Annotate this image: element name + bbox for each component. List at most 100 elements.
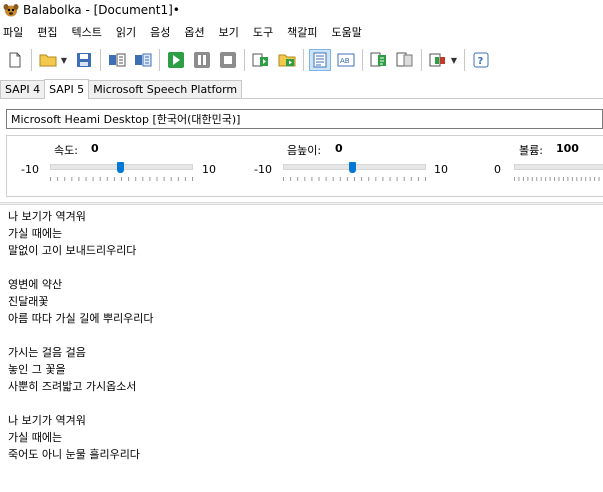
dictionary-button[interactable]: AB	[335, 49, 357, 71]
menu-bookmarks[interactable]: 책갈피	[283, 24, 321, 40]
pitch-max: 10	[434, 163, 448, 176]
export-clipboard-icon	[396, 52, 413, 67]
help-button[interactable]: ?	[470, 49, 492, 71]
menu-tools[interactable]: 도구	[249, 24, 277, 40]
voice-panel: Microsoft Heami Desktop [한국어(대한민국)] 속도: …	[0, 99, 603, 202]
rate-value: 0	[91, 142, 99, 155]
voice-select[interactable]: Microsoft Heami Desktop [한국어(대한민국)]	[6, 109, 603, 129]
save-icon	[77, 53, 91, 67]
text-line: 죽어도 아니 눈물 흘리우리다	[8, 448, 140, 461]
speak-clipboard-button[interactable]	[250, 49, 272, 71]
volume-slider-ticks	[514, 177, 600, 181]
rate-min: -10	[21, 163, 39, 176]
toolbar-separator	[31, 49, 32, 71]
voice-parameters: 속도: 0 -10 10 음높이: 0 -10 10 볼륨: 100 0	[6, 135, 603, 197]
text-line: 나 보기가 역겨워	[8, 210, 86, 223]
dictionary-icon: AB	[337, 53, 355, 67]
new-file-button[interactable]	[4, 49, 26, 71]
text-line	[8, 259, 603, 276]
read-folder-button[interactable]	[276, 49, 298, 71]
text-line: 영변에 약산	[8, 278, 63, 291]
stop-icon	[220, 52, 236, 68]
menu-edit[interactable]: 편집	[33, 24, 61, 40]
toolbar-separator	[421, 49, 422, 71]
pitch-value: 0	[335, 142, 343, 155]
text-editor[interactable]: 나 보기가 역겨워 가실 때에는 말없이 고이 보내드리우리다 영변에 약산 진…	[0, 205, 603, 492]
read-selection-icon	[370, 52, 386, 67]
audio-file-icon	[429, 53, 445, 67]
text-line: 말없이 고이 보내드리우리다	[8, 244, 137, 257]
tab-speech-platform[interactable]: Microsoft Speech Platform	[88, 80, 243, 98]
batch-convert-button[interactable]	[132, 49, 154, 71]
read-selection-button[interactable]	[368, 49, 390, 71]
text-line	[8, 327, 603, 344]
batch-convert-icon	[135, 53, 152, 67]
rate-slider-thumb[interactable]	[117, 162, 124, 173]
toolbar-separator	[464, 49, 465, 71]
tab-sapi4[interactable]: SAPI 4	[0, 80, 46, 98]
rate-max: 10	[202, 163, 216, 176]
text-line: 가시는 걸음 걸음	[8, 346, 86, 359]
pitch-min: -10	[254, 163, 272, 176]
text-line: 아름 따다 가실 길에 뿌리우리다	[8, 312, 154, 325]
text-view-icon	[313, 52, 327, 68]
toolbar-separator	[159, 49, 160, 71]
pitch-slider-thumb[interactable]	[349, 162, 356, 173]
text-line	[8, 395, 603, 412]
menu-options[interactable]: 옵션	[180, 24, 208, 40]
toolbar-separator	[100, 49, 101, 71]
text-line: 가실 때에는	[8, 431, 63, 444]
save-button[interactable]	[73, 49, 95, 71]
volume-min: 0	[494, 163, 501, 176]
menu-bar: 파일 편집 텍스트 읽기 음성 옵션 보기 도구 책갈피 도움말	[0, 21, 603, 43]
menu-text[interactable]: 텍스트	[68, 24, 106, 40]
pause-icon	[194, 52, 210, 68]
volume-slider-track[interactable]	[514, 164, 603, 170]
audio-file-dropdown[interactable]: ▼	[449, 49, 459, 71]
menu-file[interactable]: 파일	[0, 24, 27, 40]
text-line: 사뿐히 즈려밟고 가시옵소서	[8, 380, 137, 393]
engine-tabs: SAPI 4 SAPI 5 Microsoft Speech Platform	[0, 79, 603, 99]
title-bar: Balabolka - [Document1]•	[0, 0, 603, 20]
open-recent-dropdown[interactable]: ▼	[59, 49, 69, 71]
window-title: Balabolka - [Document1]•	[23, 3, 180, 17]
audio-file-button[interactable]	[427, 49, 449, 71]
tab-sapi5[interactable]: SAPI 5	[44, 79, 90, 99]
text-line: 놓인 그 꽃을	[8, 363, 66, 376]
toolbar-separator	[362, 49, 363, 71]
rate-slider-ticks	[50, 177, 193, 181]
svg-text:?: ?	[478, 56, 484, 67]
convert-file-button[interactable]	[106, 49, 128, 71]
volume-label: 볼륨:	[519, 144, 543, 157]
menu-voice[interactable]: 음성	[146, 24, 174, 40]
toolbar: ▼ AB ▼ ?	[0, 46, 603, 74]
menu-help[interactable]: 도움말	[328, 24, 366, 40]
svg-text:AB: AB	[340, 57, 350, 65]
speak-clipboard-icon	[252, 53, 268, 67]
volume-value: 100	[556, 142, 579, 155]
text-line: 나 보기가 역겨워	[8, 414, 86, 427]
dropdown-arrow-icon: ▼	[60, 55, 68, 65]
dropdown-arrow-icon: ▼	[450, 55, 458, 65]
open-file-button[interactable]	[37, 49, 59, 71]
pitch-label: 음높이:	[287, 144, 322, 157]
play-button[interactable]	[165, 49, 187, 71]
text-line: 가실 때에는	[8, 227, 63, 240]
menu-read[interactable]: 읽기	[112, 24, 140, 40]
rate-label: 속도:	[54, 144, 78, 157]
open-folder-icon	[39, 54, 57, 67]
new-file-icon	[9, 52, 21, 68]
convert-file-icon	[109, 53, 126, 67]
play-icon	[168, 52, 184, 68]
export-clipboard-button[interactable]	[394, 49, 416, 71]
menu-view[interactable]: 보기	[215, 24, 243, 40]
toolbar-separator	[244, 49, 245, 71]
text-line: 진달래꽃	[8, 295, 49, 308]
pause-button[interactable]	[191, 49, 213, 71]
help-icon: ?	[473, 52, 489, 68]
pitch-slider-ticks	[283, 177, 426, 181]
read-folder-icon	[278, 54, 296, 67]
stop-button[interactable]	[217, 49, 239, 71]
toolbar-separator	[303, 49, 304, 71]
text-view-button[interactable]	[309, 49, 331, 71]
